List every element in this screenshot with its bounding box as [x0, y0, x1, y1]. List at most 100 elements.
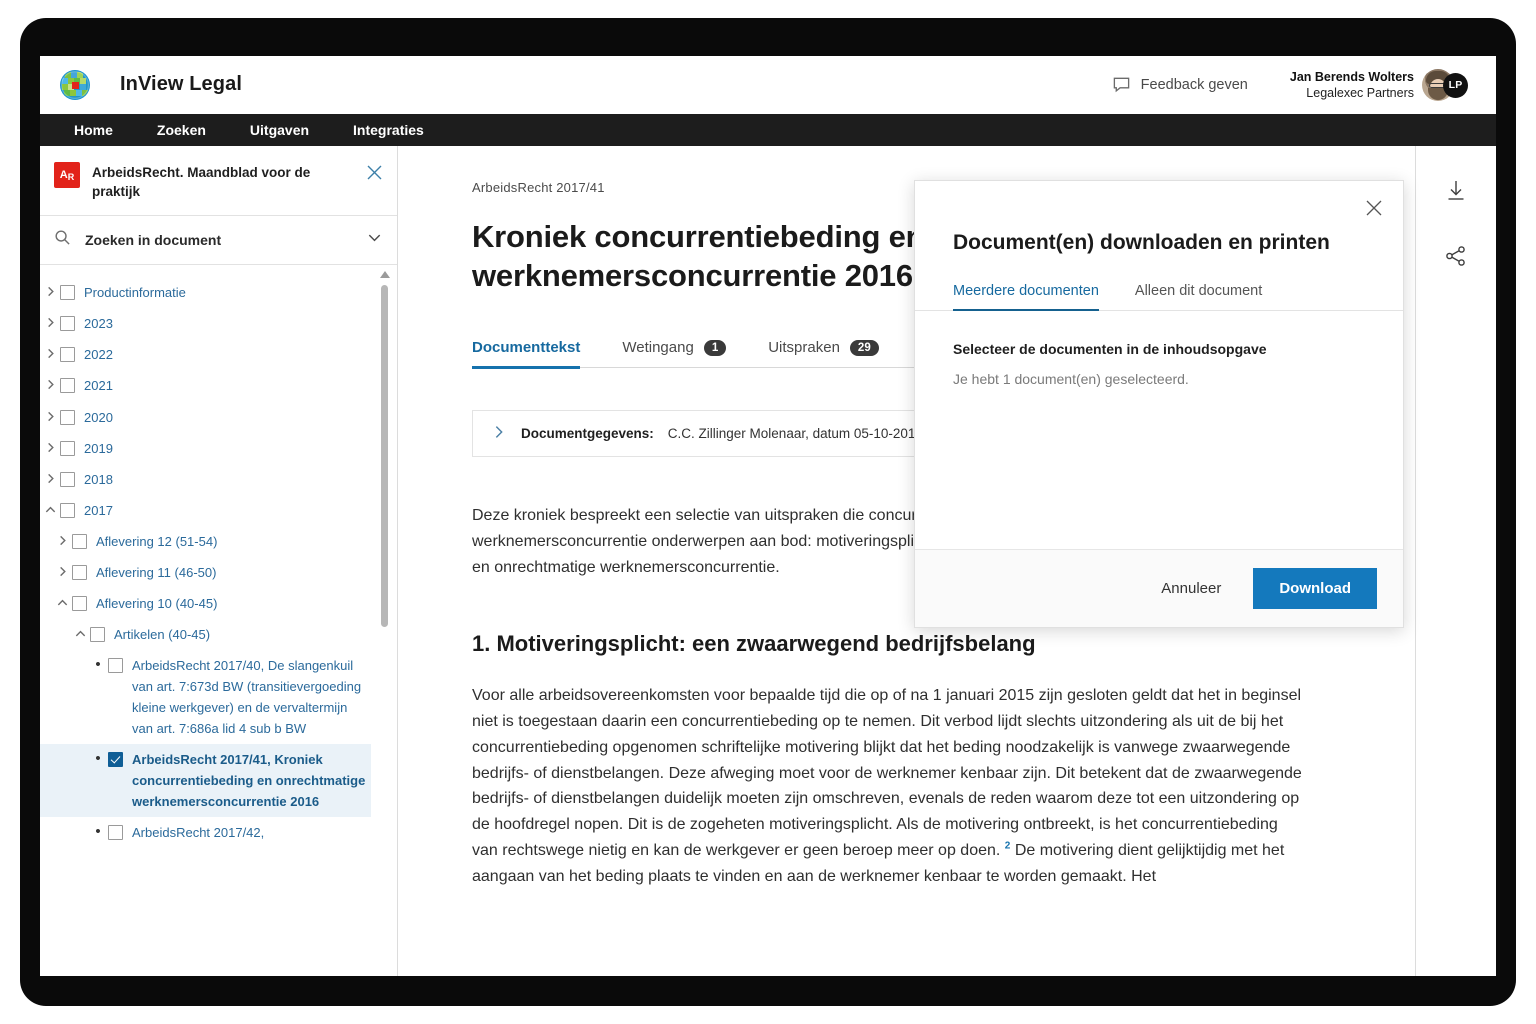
tree-item[interactable]: 2018 [40, 464, 371, 495]
screenshot-root: InView Legal Feedback geven Jan Berends … [0, 0, 1536, 1024]
header-actions: Feedback geven Jan Berends Wolters Legal… [1112, 69, 1468, 101]
share-icon[interactable] [1443, 243, 1469, 274]
tree-item[interactable]: •ArbeidsRecht 2017/41, Kroniek concurren… [40, 744, 371, 817]
main-navigation: Home Zoeken Uitgaven Integraties [40, 114, 1496, 146]
document-actions-rail [1416, 146, 1496, 976]
user-menu[interactable]: Jan Berends Wolters Legalexec Partners L… [1290, 69, 1468, 101]
checkbox[interactable] [72, 565, 87, 580]
tree-item-label: 2023 [84, 313, 371, 334]
tree-list: Productinformatie 2023 2022 2021 2020 2019 201… [40, 277, 397, 848]
checkbox[interactable] [72, 596, 87, 611]
chevron-up-icon[interactable] [70, 624, 90, 640]
search-input[interactable]: Zoeken in document [40, 216, 397, 265]
checkbox[interactable] [60, 472, 75, 487]
tab-documenttekst[interactable]: Documenttekst [472, 339, 580, 367]
chevron-right-icon[interactable] [52, 562, 72, 578]
avatar-group: LP [1422, 69, 1468, 101]
checkbox[interactable] [60, 441, 75, 456]
checkbox[interactable] [72, 534, 87, 549]
tree-item[interactable]: 2022 [40, 339, 371, 370]
tab-meerdere-documenten[interactable]: Meerdere documenten [953, 283, 1099, 310]
tree-item[interactable]: Artikelen (40-45) [40, 619, 371, 650]
tree-item[interactable]: 2017 [40, 495, 371, 526]
chevron-right-icon[interactable] [491, 424, 507, 443]
chevron-right-icon[interactable] [40, 438, 60, 454]
tree-item-label: Artikelen (40-45) [114, 624, 371, 645]
chevron-right-icon[interactable] [40, 407, 60, 423]
checkbox[interactable] [60, 285, 75, 300]
tree-item-label: ArbeidsRecht 2017/41, Kroniek concurrent… [132, 749, 371, 812]
feedback-button[interactable]: Feedback geven [1112, 75, 1248, 94]
scroll-up-arrow-icon[interactable] [380, 271, 390, 278]
tree-item[interactable]: Aflevering 12 (51-54) [40, 526, 371, 557]
checkbox[interactable] [108, 658, 123, 673]
tab-wetingang[interactable]: Wetingang 1 [622, 339, 726, 367]
checkbox-checked[interactable] [108, 752, 123, 767]
bullet-icon: • [88, 822, 108, 842]
dialog-tabs: Meerdere documenten Alleen dit document [915, 283, 1403, 311]
tree-item-label: 2018 [84, 469, 371, 490]
app-brand-title: InView Legal [120, 73, 242, 96]
download-icon[interactable] [1443, 178, 1469, 209]
chevron-right-icon[interactable] [40, 313, 60, 329]
close-icon[interactable] [1359, 193, 1389, 228]
scrollbar-thumb[interactable] [381, 285, 388, 627]
tree-scrollbar[interactable] [380, 271, 389, 931]
chevron-right-icon[interactable] [40, 344, 60, 360]
body-text-part1: Voor alle arbeidsovereenkomsten voor bep… [472, 687, 1302, 859]
chevron-right-icon[interactable] [40, 282, 60, 298]
checkbox[interactable] [60, 316, 75, 331]
chevron-up-icon[interactable] [52, 593, 72, 609]
checkbox[interactable] [90, 627, 105, 642]
checkbox[interactable] [60, 410, 75, 425]
tree-item-label: 2021 [84, 375, 371, 396]
tree-item[interactable]: •ArbeidsRecht 2017/40, De slangenkuil va… [40, 650, 371, 744]
tree-item[interactable]: Aflevering 10 (40-45) [40, 588, 371, 619]
chevron-down-icon[interactable] [366, 229, 383, 251]
cancel-button[interactable]: Annuleer [1151, 572, 1231, 605]
chevron-right-icon[interactable] [52, 531, 72, 547]
user-info: Jan Berends Wolters Legalexec Partners [1290, 69, 1414, 101]
tab-alleen-dit-document[interactable]: Alleen dit document [1135, 283, 1262, 310]
document-body-paragraph: Voor alle arbeidsovereenkomsten voor bep… [472, 683, 1302, 890]
nav-item-uitgaven[interactable]: Uitgaven [228, 114, 331, 146]
tree-item[interactable]: •ArbeidsRecht 2017/42, [40, 817, 371, 848]
tree-item-label: 2020 [84, 407, 371, 428]
checkbox[interactable] [60, 347, 75, 362]
tab-wetingang-count: 1 [704, 340, 726, 356]
chevron-up-icon[interactable] [40, 500, 60, 516]
tree-item[interactable]: 2023 [40, 308, 371, 339]
tab-uitspraken-count: 29 [850, 340, 879, 356]
chevron-right-icon[interactable] [40, 375, 60, 391]
tree-item-label: 2022 [84, 344, 371, 365]
tree-item-label: 2017 [84, 500, 371, 521]
tree-item[interactable]: Productinformatie [40, 277, 371, 308]
dialog-selection-status: Je hebt 1 document(en) geselecteerd. [953, 371, 1365, 387]
download-button[interactable]: Download [1253, 568, 1377, 609]
download-print-dialog: Document(en) downloaden en printen Meerd… [914, 180, 1404, 628]
org-badge: LP [1443, 73, 1468, 98]
logo-container [52, 70, 98, 100]
nav-item-integraties[interactable]: Integraties [331, 114, 446, 146]
tree-item[interactable]: 2021 [40, 370, 371, 401]
section-heading: 1. Motiveringsplicht: een zwaarwegend be… [472, 631, 1361, 657]
close-icon[interactable] [366, 162, 383, 186]
dialog-instruction: Selecteer de documenten in de inhoudsopg… [953, 341, 1365, 357]
footnote-marker[interactable]: 2 [1005, 841, 1011, 852]
tree-item[interactable]: Aflevering 11 (46-50) [40, 557, 371, 588]
nav-item-home[interactable]: Home [52, 114, 135, 146]
checkbox[interactable] [60, 378, 75, 393]
tree-item[interactable]: 2019 [40, 433, 371, 464]
tree-item[interactable]: 2020 [40, 402, 371, 433]
checkbox[interactable] [108, 825, 123, 840]
sidebar-header: AR ArbeidsRecht. Maandblad voor de prakt… [40, 146, 397, 216]
dialog-title: Document(en) downloaden en printen [915, 181, 1403, 255]
document-tree: Productinformatie 2023 2022 2021 2020 2019 201… [40, 265, 397, 976]
chevron-right-icon[interactable] [40, 469, 60, 485]
tab-uitspraken[interactable]: Uitspraken 29 [768, 339, 879, 367]
wolters-kluwer-globe-icon [60, 70, 90, 100]
tree-item-label: 2019 [84, 438, 371, 459]
checkbox[interactable] [60, 503, 75, 518]
app-viewport: InView Legal Feedback geven Jan Berends … [40, 56, 1496, 976]
nav-item-zoeken[interactable]: Zoeken [135, 114, 228, 146]
